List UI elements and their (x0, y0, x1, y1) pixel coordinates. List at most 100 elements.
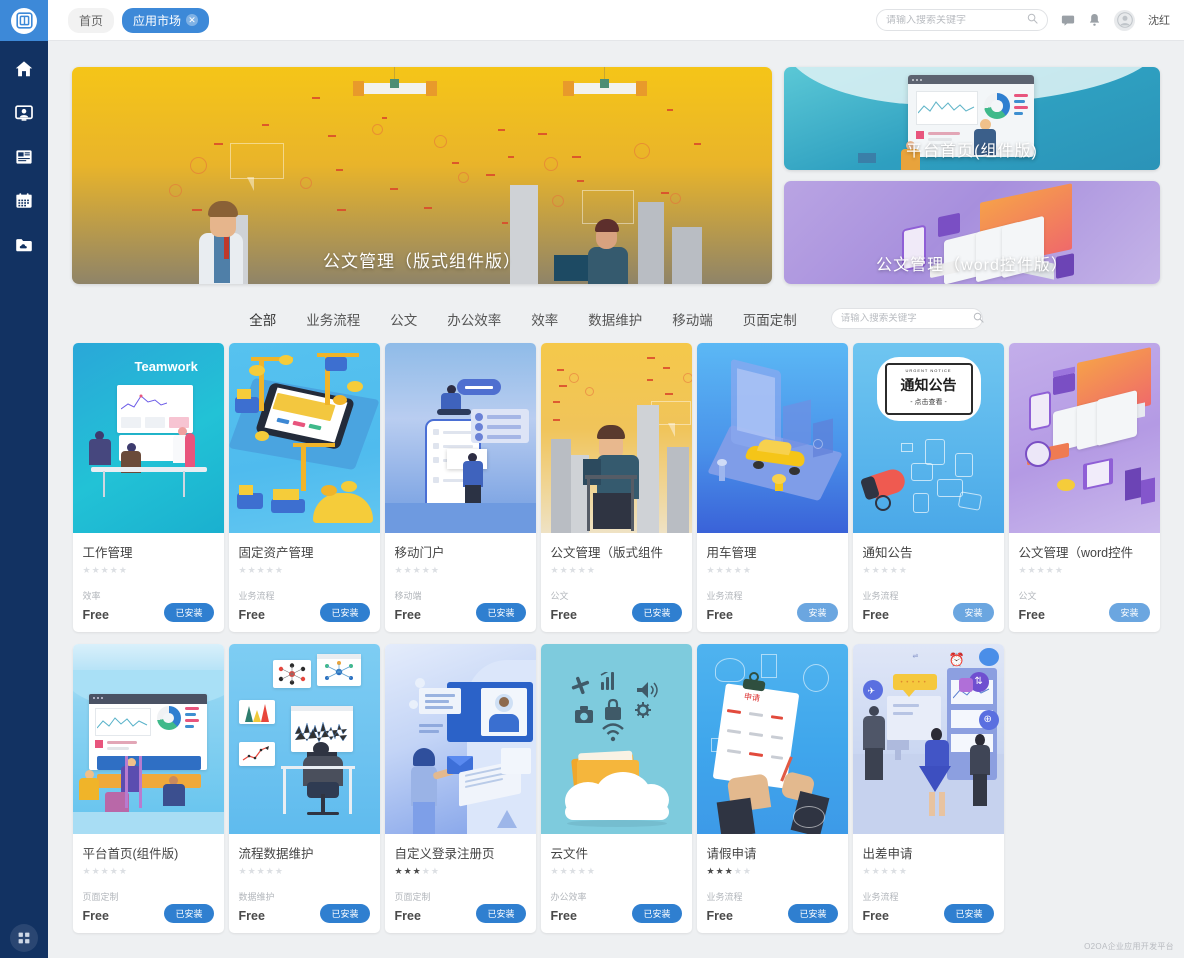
breadcrumb-item-app-market[interactable]: 应用市场 ✕ (122, 7, 210, 33)
breadcrumb-app-market-label: 应用市场 (133, 13, 182, 28)
user-name[interactable]: 沈红 (1148, 12, 1170, 28)
sidebar-item-calendar[interactable] (0, 179, 48, 223)
app-logo[interactable] (0, 0, 48, 41)
filter-office-efficiency[interactable]: 办公效率 (447, 309, 501, 329)
app-thumbnail-dataops (228, 644, 380, 834)
install-button[interactable]: 已安装 (320, 603, 370, 622)
app-card[interactable]: 公文管理（word控件 ★ ★ ★ ★ ★ 公文 Free 安装 (1008, 343, 1160, 632)
apps-grid-icon (10, 924, 38, 952)
app-card-body: 请假申请 ★ ★ ★ ★ ★ 业务流程 Free 已安装 (697, 834, 848, 933)
rating-stars: ★ ★ ★ ★ ★ (82, 866, 127, 876)
header-search[interactable] (876, 9, 1048, 31)
search-icon[interactable] (973, 310, 984, 328)
install-button[interactable]: 已安装 (788, 904, 838, 923)
install-button[interactable]: 安装 (953, 603, 994, 622)
app-card[interactable]: 自定义登录注册页 ★ ★ ★ ★ ★ 页面定制 Free 已安装 (384, 644, 536, 933)
notification-bell-icon[interactable] (1088, 13, 1101, 27)
category-search-input[interactable] (840, 313, 973, 324)
install-button[interactable]: 已安装 (164, 904, 214, 923)
filter-efficiency[interactable]: 效率 (531, 309, 558, 329)
install-button[interactable]: 已安装 (164, 603, 214, 622)
sidebar-item-files[interactable] (0, 223, 48, 267)
filter-business-process[interactable]: 业务流程 (306, 309, 360, 329)
newspaper-icon (14, 147, 34, 167)
calendar-icon (14, 191, 34, 211)
app-price: Free (394, 608, 421, 622)
app-thumbnail-notice: URGENT NOTICE 通知公告 - 点击查看 - (852, 343, 1004, 533)
rating-stars: ★ ★ ★ ★ ★ (394, 565, 439, 575)
filter-data-maintenance[interactable]: 数据维护 (588, 309, 642, 329)
app-card[interactable]: 平台首页(组件版) ★ ★ ★ ★ ★ 页面定制 Free 已安装 (72, 644, 224, 933)
app-card[interactable]: • • • • • ✈ ⇅ ⊕ ⏰ ⇌ 出差申请 ★ ★ ★ ★ ★ 业务流程 … (852, 644, 1004, 933)
app-category: 页面定制 (394, 892, 431, 902)
app-card[interactable]: 固定资产管理 ★ ★ ★ ★ ★ 业务流程 Free 已安装 (228, 343, 380, 632)
filter-all[interactable]: 全部 (249, 309, 276, 329)
install-button[interactable]: 已安装 (632, 603, 682, 622)
app-card-body: 出差申请 ★ ★ ★ ★ ★ 业务流程 Free 已安装 (853, 834, 1004, 933)
app-card[interactable]: 用车管理 ★ ★ ★ ★ ★ 业务流程 Free 安装 (696, 343, 848, 632)
app-title: 用车管理 (706, 546, 757, 560)
banner-doc-management-word[interactable]: 公文管理（word控件版） (784, 181, 1160, 284)
app-card[interactable]: URGENT NOTICE 通知公告 - 点击查看 - 通知公告 ★ ★ ★ ★… (852, 343, 1004, 632)
close-icon[interactable]: ✕ (186, 14, 199, 26)
sidebar-item-news[interactable] (0, 135, 48, 179)
install-button[interactable]: 已安装 (632, 904, 682, 923)
install-button[interactable]: 安装 (1109, 603, 1150, 622)
sidebar-item-portrait[interactable] (0, 91, 48, 135)
app-title: 工作管理 (82, 546, 133, 560)
rating-stars: ★ ★ ★ ★ ★ (706, 565, 751, 575)
sidebar-apps-button[interactable] (0, 918, 48, 958)
app-card[interactable]: 申请 请假申请 ★ ★ ★ ★ ★ 业务流程 Free 已安装 (696, 644, 848, 933)
install-button[interactable]: 已安装 (476, 603, 526, 622)
app-thumbnail-doc-yellow (540, 343, 692, 533)
banner-platform-home[interactable]: 平台首页(组件版) (784, 67, 1160, 170)
app-title: 出差申请 (862, 847, 913, 861)
app-card[interactable]: 公文管理（版式组件 ★ ★ ★ ★ ★ 公文 Free 已安装 (540, 343, 692, 632)
app-price: Free (82, 608, 109, 622)
app-price: Free (862, 909, 889, 923)
install-button[interactable]: 安装 (797, 603, 838, 622)
search-icon[interactable] (1027, 11, 1038, 29)
app-title: 云文件 (550, 847, 589, 861)
banner-area: 公文管理（版式组件版） 平台首页(组件版) 公文管理（word控件版） (48, 41, 1184, 284)
header-actions: 沈红 (876, 9, 1184, 31)
app-thumbnail-platform (72, 644, 224, 834)
app-card[interactable]: Teamwork 工作管理 ★ ★ ★ ★ ★ 效率 Free 已安装 (72, 343, 224, 632)
install-button[interactable]: 已安装 (320, 904, 370, 923)
banner-art-purple (784, 181, 1160, 284)
app-card-body: 通知公告 ★ ★ ★ ★ ★ 业务流程 Free 安装 (853, 533, 1004, 632)
app-category: 公文 (550, 591, 569, 601)
install-button[interactable]: 已安装 (944, 904, 994, 923)
search-input[interactable] (886, 14, 1027, 26)
banner-art-teal (784, 67, 1160, 170)
app-title: 请假申请 (706, 847, 757, 861)
category-search[interactable] (830, 308, 984, 329)
avatar[interactable] (1114, 9, 1135, 31)
message-icon[interactable] (1061, 13, 1075, 27)
rating-stars: ★ ★ ★ ★ ★ (862, 565, 907, 575)
app-card-grid: Teamwork 工作管理 ★ ★ ★ ★ ★ 效率 Free 已安装 固定资产… (48, 343, 1184, 933)
filter-mobile[interactable]: 移动端 (672, 309, 713, 329)
app-card-body: 工作管理 ★ ★ ★ ★ ★ 效率 Free 已安装 (73, 533, 224, 632)
app-category: 办公效率 (550, 892, 587, 902)
app-card[interactable]: 移动门户 ★ ★ ★ ★ ★ 移动端 Free 已安装 (384, 343, 536, 632)
sidebar-item-home[interactable] (0, 47, 48, 91)
app-card-body: 公文管理（版式组件 ★ ★ ★ ★ ★ 公文 Free 已安装 (541, 533, 692, 632)
filter-documents[interactable]: 公文 (390, 309, 417, 329)
app-title: 移动门户 (394, 546, 445, 560)
app-thumbnail-login (384, 644, 536, 834)
rating-stars: ★ ★ ★ ★ ★ (550, 866, 595, 876)
app-card[interactable]: 流程数据维护 ★ ★ ★ ★ ★ 数据维护 Free 已安装 (228, 644, 380, 933)
app-card[interactable]: 云文件 ★ ★ ★ ★ ★ 办公效率 Free 已安装 (540, 644, 692, 933)
banner-doc-management-layout[interactable]: 公文管理（版式组件版） (72, 67, 772, 284)
app-category: 移动端 (394, 591, 422, 601)
app-card-body: 流程数据维护 ★ ★ ★ ★ ★ 数据维护 Free 已安装 (229, 834, 380, 933)
thumb-label: Teamwork (134, 359, 198, 374)
sidebar (0, 0, 48, 958)
filter-page-customization[interactable]: 页面定制 (743, 309, 797, 329)
app-category: 数据维护 (238, 892, 275, 902)
app-category: 业务流程 (238, 591, 275, 601)
install-button[interactable]: 已安装 (476, 904, 526, 923)
app-card-body: 公文管理（word控件 ★ ★ ★ ★ ★ 公文 Free 安装 (1009, 533, 1160, 632)
breadcrumb-item-home[interactable]: 首页 (68, 7, 115, 33)
